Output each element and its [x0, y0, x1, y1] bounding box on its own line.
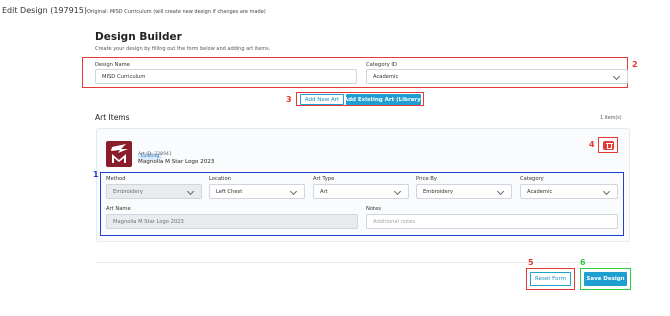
category-select[interactable]: Academic — [520, 184, 618, 199]
chevron-down-icon — [602, 187, 611, 195]
art-name-input[interactable]: Magnolia M Star Logo 2023 — [106, 214, 358, 229]
art-items-title: Art Items — [95, 113, 130, 122]
chevron-down-icon — [186, 187, 195, 195]
delete-art-button[interactable] — [603, 141, 614, 150]
annotation-number-4: 4 — [589, 140, 595, 149]
design-name-value: MISD Curriculum — [102, 73, 146, 80]
category-id-value: Academic — [373, 73, 399, 80]
annotation-number-2: 2 — [632, 60, 638, 69]
art-id: Art ID: 228941 — [138, 152, 172, 157]
method-select[interactable]: Embroidery — [106, 184, 202, 199]
price-by-select[interactable]: Embroidery — [416, 184, 512, 199]
notes-label: Notes — [366, 206, 381, 212]
chevron-down-icon — [393, 187, 402, 195]
category-id-select[interactable]: Academic — [366, 69, 628, 84]
edit-design-heading: Edit Design (197915) — [2, 6, 87, 15]
save-design-button[interactable]: Save Design — [584, 272, 627, 286]
trash-icon — [607, 144, 612, 149]
add-existing-art-button[interactable]: Add Existing Art (Library) — [344, 94, 423, 105]
art-type-select[interactable]: Art — [313, 184, 409, 199]
annotation-number-6: 6 — [580, 258, 586, 267]
reset-form-button[interactable]: Reset Form — [530, 272, 571, 286]
art-name-label: Art Name — [106, 206, 131, 212]
chevron-down-icon — [612, 72, 621, 80]
logo-m-star — [111, 144, 128, 163]
page-title: Design Builder — [95, 31, 182, 43]
art-items-count: 1 item(s) — [600, 116, 622, 121]
art-item-name: Magnolia M Star Logo 2023 — [138, 159, 215, 165]
category-id-label: Category ID — [366, 62, 397, 68]
page-subtitle: Create your design by filling out the fo… — [95, 46, 271, 52]
original-note: Original: MISD Curriculum (will create n… — [86, 9, 266, 15]
location-select[interactable]: Left Chest — [209, 184, 305, 199]
art-type-label: Art Type — [313, 176, 335, 182]
design-name-label: Design Name — [95, 62, 130, 68]
chevron-down-icon — [289, 187, 298, 195]
chevron-down-icon — [496, 187, 505, 195]
divider — [96, 262, 630, 263]
method-value: Embroidery — [113, 188, 143, 195]
edit-title: Edit Design (197915)Original: MISD Curri… — [2, 6, 266, 15]
category-label: Category — [520, 176, 544, 182]
annotation-number-3: 3 — [286, 95, 292, 104]
price-by-value: Embroidery — [423, 188, 453, 195]
category-value: Academic — [527, 188, 553, 195]
art-thumbnail — [106, 141, 132, 167]
location-value: Left Chest — [216, 188, 243, 195]
notes-input[interactable]: Additional notes — [366, 214, 618, 229]
annotation-number-1: 1 — [93, 170, 99, 179]
method-label: Method — [106, 176, 126, 182]
art-type-value: Art — [320, 188, 328, 195]
notes-placeholder: Additional notes — [373, 218, 416, 225]
art-name-value: Magnolia M Star Logo 2023 — [113, 218, 184, 225]
annotation-number-5: 5 — [528, 258, 534, 267]
add-new-art-button[interactable]: Add New Art — [300, 94, 344, 105]
price-by-label: Price By — [416, 176, 437, 182]
design-name-input[interactable]: MISD Curriculum — [95, 69, 357, 84]
location-label: Location — [209, 176, 231, 182]
